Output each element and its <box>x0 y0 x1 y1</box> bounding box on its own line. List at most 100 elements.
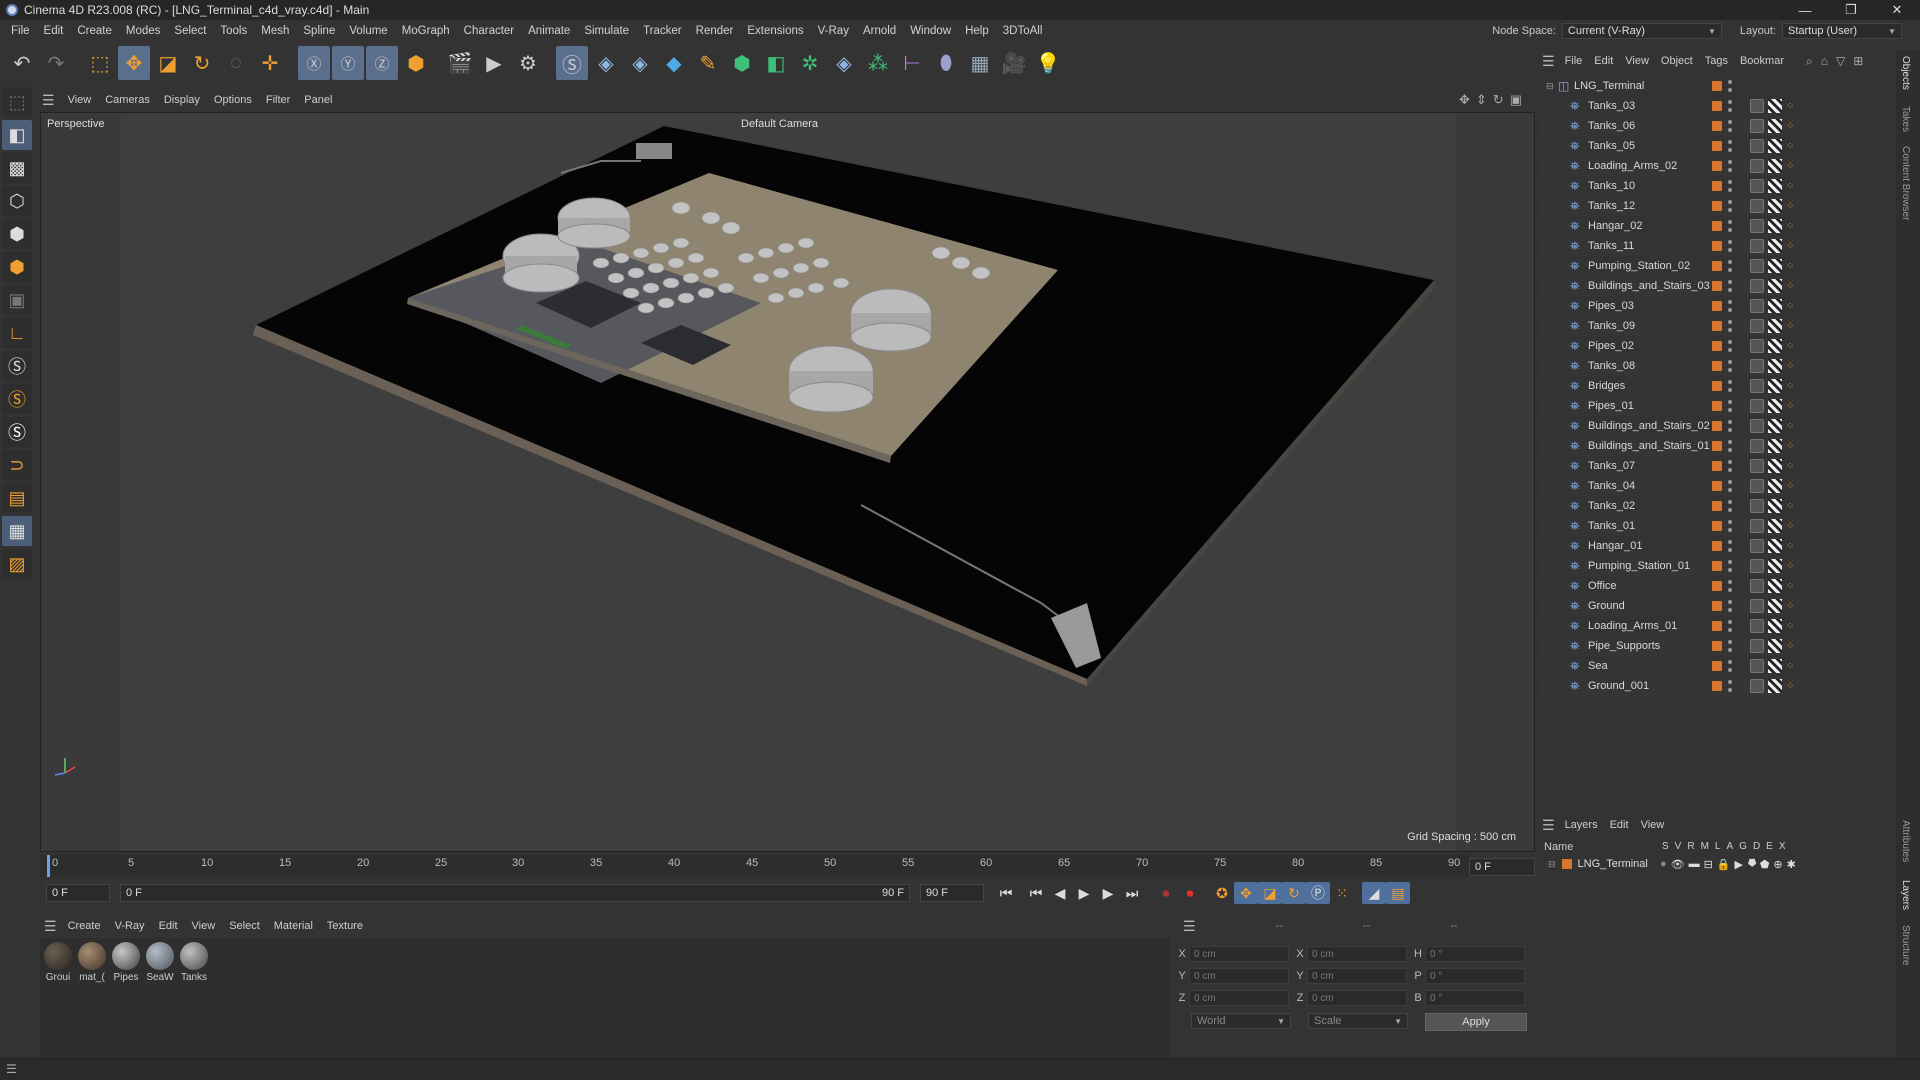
material-tag-icon[interactable] <box>1750 619 1764 633</box>
python-script-icon[interactable]: ◈ <box>590 46 622 80</box>
size-y-field[interactable]: 0 cm <box>1307 968 1407 984</box>
perspective-viewport[interactable]: Perspective Default Camera Grid Spacing … <box>40 112 1535 852</box>
dolly-view-icon[interactable]: ⇕ <box>1476 92 1487 108</box>
object-row[interactable]: ⛯ Hangar_02 ⁘ <box>1540 216 1895 236</box>
texture-tag-icon[interactable] <box>1768 259 1782 273</box>
object-row[interactable]: ⛯ Tanks_09 ⁘ <box>1540 316 1895 336</box>
object-menu-view[interactable]: View <box>1619 55 1655 67</box>
object-row[interactable]: ⛯ Tanks_03 ⁘ <box>1540 96 1895 116</box>
xref-toggle-icon[interactable]: ✱ <box>1787 858 1796 871</box>
generator-icon[interactable]: ◧ <box>760 46 792 80</box>
collapse-toggle-icon[interactable]: ⊟ <box>1546 81 1554 92</box>
material-tag-icon[interactable] <box>1750 479 1764 493</box>
frame-range-slider[interactable]: 0 F 90 F <box>120 884 910 902</box>
z-axis-lock-icon[interactable]: Ⓩ <box>366 46 398 80</box>
texture-tag-icon[interactable] <box>1768 519 1782 533</box>
object-row[interactable]: ⛯ Tanks_11 ⁘ <box>1540 236 1895 256</box>
material-tag-icon[interactable] <box>1750 579 1764 593</box>
texture-tag-icon[interactable] <box>1768 639 1782 653</box>
end-frame-field[interactable]: 90 F <box>920 884 984 902</box>
object-row[interactable]: ⛯ Tanks_07 ⁘ <box>1540 456 1895 476</box>
object-row-root[interactable]: ⊟ ◫ LNG_Terminal <box>1540 76 1895 96</box>
cube-primitive-icon[interactable]: ◆ <box>658 46 690 80</box>
material-tag-icon[interactable] <box>1750 459 1764 473</box>
subdivision-icon[interactable]: ⬢ <box>726 46 758 80</box>
visibility-dots-icon[interactable] <box>1728 180 1732 192</box>
material-tag-icon[interactable] <box>1750 659 1764 673</box>
object-row[interactable]: ⛯ Bridges ⁘ <box>1540 376 1895 396</box>
texture-tag-icon[interactable] <box>1768 679 1782 693</box>
material-menu-texture[interactable]: Texture <box>320 920 370 932</box>
object-row[interactable]: ⛯ Tanks_02 ⁘ <box>1540 496 1895 516</box>
vray-tag-icon[interactable]: ⁘ <box>1786 401 1794 412</box>
vray-tag-icon[interactable]: ⁘ <box>1786 661 1794 672</box>
object-row[interactable]: ⛯ Tanks_01 ⁘ <box>1540 516 1895 536</box>
position-y-field[interactable]: 0 cm <box>1189 968 1289 984</box>
snap-icon[interactable]: Ⓢ <box>2 351 32 381</box>
texture-tag-icon[interactable] <box>1768 159 1782 173</box>
rotate-view-icon[interactable]: ↻ <box>1493 92 1504 108</box>
vray-tag-icon[interactable]: ⁘ <box>1786 441 1794 452</box>
undo-icon[interactable]: ↶ <box>6 46 38 80</box>
object-row[interactable]: ⛯ Pipes_02 ⁘ <box>1540 336 1895 356</box>
vray-tag-icon[interactable]: ⁘ <box>1786 281 1794 292</box>
material-item[interactable]: mat_( <box>76 942 108 983</box>
material-menu-create[interactable]: Create <box>61 920 108 932</box>
edges-mode-icon[interactable]: ⬢ <box>2 219 32 249</box>
visibility-dots-icon[interactable] <box>1728 360 1732 372</box>
visibility-dots-icon[interactable] <box>1728 580 1732 592</box>
texture-tag-icon[interactable] <box>1768 239 1782 253</box>
visibility-dots-icon[interactable] <box>1728 320 1732 332</box>
material-item[interactable]: Groui <box>42 942 74 983</box>
vray-tag-icon[interactable]: ⁘ <box>1786 521 1794 532</box>
object-row[interactable]: ⛯ Tanks_12 ⁘ <box>1540 196 1895 216</box>
vray-tag-icon[interactable]: ⁘ <box>1786 621 1794 632</box>
previous-frame-icon[interactable]: ◀ <box>1048 882 1072 904</box>
dope-sheet-icon[interactable]: ▤ <box>1386 882 1410 904</box>
tab-attributes[interactable]: Attributes <box>1900 820 1911 862</box>
object-menu-file[interactable]: File <box>1559 55 1589 67</box>
texture-tag-icon[interactable] <box>1768 179 1782 193</box>
snap-3d-icon[interactable]: Ⓢ <box>2 417 32 447</box>
object-row[interactable]: ⛯ Buildings_and_Stairs_01 ⁘ <box>1540 436 1895 456</box>
vray-tag-icon[interactable]: ⁘ <box>1786 181 1794 192</box>
generator-toggle-icon[interactable]: ⯂ <box>1747 858 1756 871</box>
object-row[interactable]: ⛯ Tanks_05 ⁘ <box>1540 136 1895 156</box>
render-settings-icon[interactable]: ⚙ <box>512 46 544 80</box>
object-row[interactable]: ⛯ Loading_Arms_01 ⁘ <box>1540 616 1895 636</box>
object-row[interactable]: ⛯ Pipes_03 ⁘ <box>1540 296 1895 316</box>
material-tag-icon[interactable] <box>1750 219 1764 233</box>
scale-tool-icon[interactable]: ◪ <box>152 46 184 80</box>
object-row[interactable]: ⛯ Tanks_04 ⁘ <box>1540 476 1895 496</box>
node-space-dropdown[interactable]: Current (V-Ray) ▼ <box>1561 23 1722 39</box>
menu-mesh[interactable]: Mesh <box>254 25 296 37</box>
magnet-icon[interactable]: ⊃ <box>2 450 32 480</box>
object-row[interactable]: ⛯ Ground_001 ⁘ <box>1540 676 1895 696</box>
material-tag-icon[interactable] <box>1750 679 1764 693</box>
vray-tag-icon[interactable]: ⁘ <box>1786 321 1794 332</box>
viewport-menu-panel[interactable]: Panel <box>297 94 339 106</box>
material-menu-edit[interactable]: Edit <box>152 920 185 932</box>
key-scale-icon[interactable]: ◪ <box>1258 882 1282 904</box>
menu-select[interactable]: Select <box>167 25 213 37</box>
visibility-dots-icon[interactable] <box>1728 560 1732 572</box>
tab-content-browser[interactable]: Content Browser <box>1900 146 1911 220</box>
playhead[interactable] <box>47 855 50 877</box>
object-row[interactable]: ⛯ Tanks_06 ⁘ <box>1540 116 1895 136</box>
material-tag-icon[interactable] <box>1750 119 1764 133</box>
object-row[interactable]: ⛯ Tanks_08 ⁘ <box>1540 356 1895 376</box>
visibility-dots-icon[interactable] <box>1728 400 1732 412</box>
texture-tag-icon[interactable] <box>1768 619 1782 633</box>
camera-icon[interactable]: 🎥 <box>998 46 1030 80</box>
texture-tag-icon[interactable] <box>1768 299 1782 313</box>
texture-tag-icon[interactable] <box>1768 599 1782 613</box>
material-tag-icon[interactable] <box>1750 499 1764 513</box>
record-active-icon[interactable]: ⏺ <box>1154 882 1178 904</box>
vray-tag-icon[interactable]: ⁘ <box>1786 221 1794 232</box>
texture-tag-icon[interactable] <box>1768 279 1782 293</box>
minimize-button[interactable]: — <box>1782 0 1828 20</box>
grid-plane-icon[interactable]: ▦ <box>2 516 32 546</box>
visibility-dots-icon[interactable] <box>1728 540 1732 552</box>
vray-tag-icon[interactable]: ⁘ <box>1786 301 1794 312</box>
visibility-dots-icon[interactable] <box>1728 260 1732 272</box>
